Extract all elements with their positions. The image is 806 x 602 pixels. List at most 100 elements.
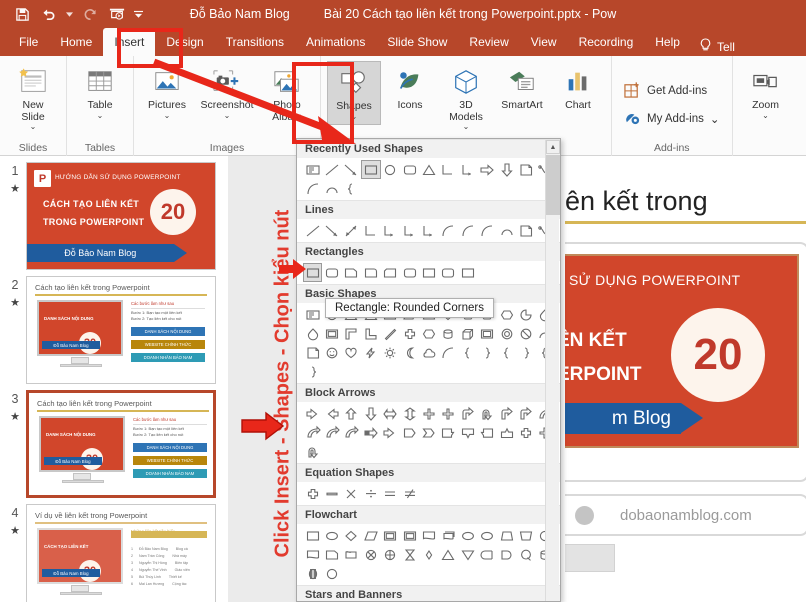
scrollbar-thumb[interactable]: [546, 155, 560, 215]
shape-cell[interactable]: [419, 343, 438, 362]
new-slide-button[interactable]: New Slide ⌄: [6, 61, 60, 134]
chevron-down-icon[interactable]: ⌄: [762, 111, 769, 120]
shape-cell[interactable]: [322, 484, 341, 503]
tab-slide-show[interactable]: Slide Show: [376, 28, 458, 56]
shape-cell[interactable]: [381, 263, 400, 282]
shape-cell[interactable]: [478, 221, 497, 240]
shape-cell[interactable]: [361, 484, 380, 503]
shape-cell[interactable]: [439, 343, 458, 362]
tab-home[interactable]: Home: [49, 28, 103, 56]
shape-cell[interactable]: [381, 545, 400, 564]
shape-cell[interactable]: [361, 404, 380, 423]
shape-cell[interactable]: [439, 545, 458, 564]
tab-recording[interactable]: Recording: [568, 28, 645, 56]
shape-cell[interactable]: [400, 343, 419, 362]
shape-cell[interactable]: [419, 526, 438, 545]
shape-cell[interactable]: [361, 324, 380, 343]
shape-cell[interactable]: [342, 179, 361, 198]
shape-cell[interactable]: [497, 343, 516, 362]
shape-cell[interactable]: [322, 221, 341, 240]
chevron-down-icon[interactable]: ⌄: [30, 123, 37, 131]
tell-me-box[interactable]: Tell: [691, 38, 735, 56]
shape-cell[interactable]: [361, 526, 380, 545]
shape-cell[interactable]: [419, 221, 438, 240]
shape-cell[interactable]: [342, 324, 361, 343]
shape-cell[interactable]: [400, 404, 419, 423]
slide-thumbnail-2[interactable]: Cách tạo liên kết trong Powerpoint DANH S…: [26, 276, 216, 384]
shape-cell[interactable]: [381, 343, 400, 362]
shape-cell[interactable]: [419, 423, 438, 442]
pictures-button[interactable]: Pictures ⌄: [140, 61, 194, 123]
tab-insert[interactable]: Insert: [103, 28, 156, 56]
shape-cell[interactable]: [458, 160, 477, 179]
shape-cell[interactable]: [419, 263, 438, 282]
shape-cell[interactable]: [516, 343, 535, 362]
shape-cell[interactable]: [322, 526, 341, 545]
shape-cell[interactable]: [303, 160, 322, 179]
slide-thumbnail-panel[interactable]: 1 ★ P HƯỚNG DẪN SỬ DỤNG POWERPOINT CÁCH TẠO …: [0, 156, 228, 602]
shape-cell[interactable]: [303, 442, 322, 461]
chevron-down-icon[interactable]: ⌄: [224, 111, 231, 120]
shape-cell[interactable]: [439, 263, 458, 282]
shape-cell[interactable]: [516, 324, 535, 343]
slide-artwork[interactable]: SỬ DỤNG POWERPOINT ÊN KẾT ERPOINT 20 m B…: [565, 254, 799, 448]
scroll-up-arrow-icon[interactable]: ▲: [546, 140, 560, 154]
shape-cell[interactable]: [400, 221, 419, 240]
shape-cell[interactable]: [516, 221, 535, 240]
screenshot-button[interactable]: Screenshot ⌄: [196, 61, 258, 123]
shape-cell[interactable]: [516, 404, 535, 423]
shape-cell[interactable]: [458, 343, 477, 362]
shape-cell[interactable]: [458, 545, 477, 564]
tab-review[interactable]: Review: [458, 28, 519, 56]
shape-cell[interactable]: [478, 545, 497, 564]
chart-button[interactable]: Chart: [551, 61, 605, 115]
shape-cell[interactable]: [439, 526, 458, 545]
shape-cell[interactable]: [303, 362, 322, 381]
shape-cell[interactable]: [381, 160, 400, 179]
shape-cell[interactable]: [303, 484, 322, 503]
shape-cell[interactable]: [322, 404, 341, 423]
shape-cell[interactable]: [322, 263, 341, 282]
shape-cell[interactable]: [400, 263, 419, 282]
3d-models-button[interactable]: 3D Models ⌄: [439, 61, 493, 134]
shape-cell[interactable]: [400, 160, 419, 179]
shape-cell[interactable]: [419, 404, 438, 423]
shape-cell[interactable]: [322, 343, 341, 362]
shape-cell[interactable]: [497, 221, 516, 240]
tab-file[interactable]: File: [8, 28, 49, 56]
shape-cell[interactable]: [400, 484, 419, 503]
shape-cell[interactable]: [516, 545, 535, 564]
shape-cell[interactable]: [400, 324, 419, 343]
shape-cell[interactable]: [303, 564, 322, 583]
my-addins-button[interactable]: My Add-ins ⌄: [618, 106, 726, 132]
shape-cell[interactable]: [478, 404, 497, 423]
tab-animations[interactable]: Animations: [295, 28, 376, 56]
tab-help[interactable]: Help: [644, 28, 691, 56]
icons-button[interactable]: Icons: [383, 61, 437, 115]
shape-cell[interactable]: [439, 160, 458, 179]
shape-cell[interactable]: [342, 160, 361, 179]
shape-cell[interactable]: [322, 423, 341, 442]
shape-cell[interactable]: [342, 221, 361, 240]
shape-cell[interactable]: [458, 526, 477, 545]
shape-cell[interactable]: [361, 545, 380, 564]
shape-cell[interactable]: [303, 221, 322, 240]
shape-cell[interactable]: [400, 545, 419, 564]
shape-cell[interactable]: [497, 305, 516, 324]
tab-transitions[interactable]: Transitions: [215, 28, 295, 56]
shape-cell[interactable]: [419, 160, 438, 179]
shape-cell[interactable]: [303, 343, 322, 362]
shape-cell[interactable]: [303, 324, 322, 343]
shape-cell[interactable]: [342, 404, 361, 423]
shape-cell[interactable]: [439, 324, 458, 343]
shape-cell[interactable]: [478, 160, 497, 179]
shape-cell[interactable]: [342, 263, 361, 282]
shape-cell[interactable]: [497, 526, 516, 545]
shape-cell[interactable]: [419, 545, 438, 564]
shape-cell[interactable]: [342, 484, 361, 503]
shape-cell[interactable]: [478, 526, 497, 545]
table-button[interactable]: Table ⌄: [73, 61, 127, 123]
slide-editing-stage[interactable]: iên kết trong SỬ DỤNG POWERPOINT ÊN KẾT …: [565, 156, 806, 602]
chevron-down-icon[interactable]: ⌄: [164, 111, 171, 120]
shape-cell[interactable]: [303, 179, 322, 198]
